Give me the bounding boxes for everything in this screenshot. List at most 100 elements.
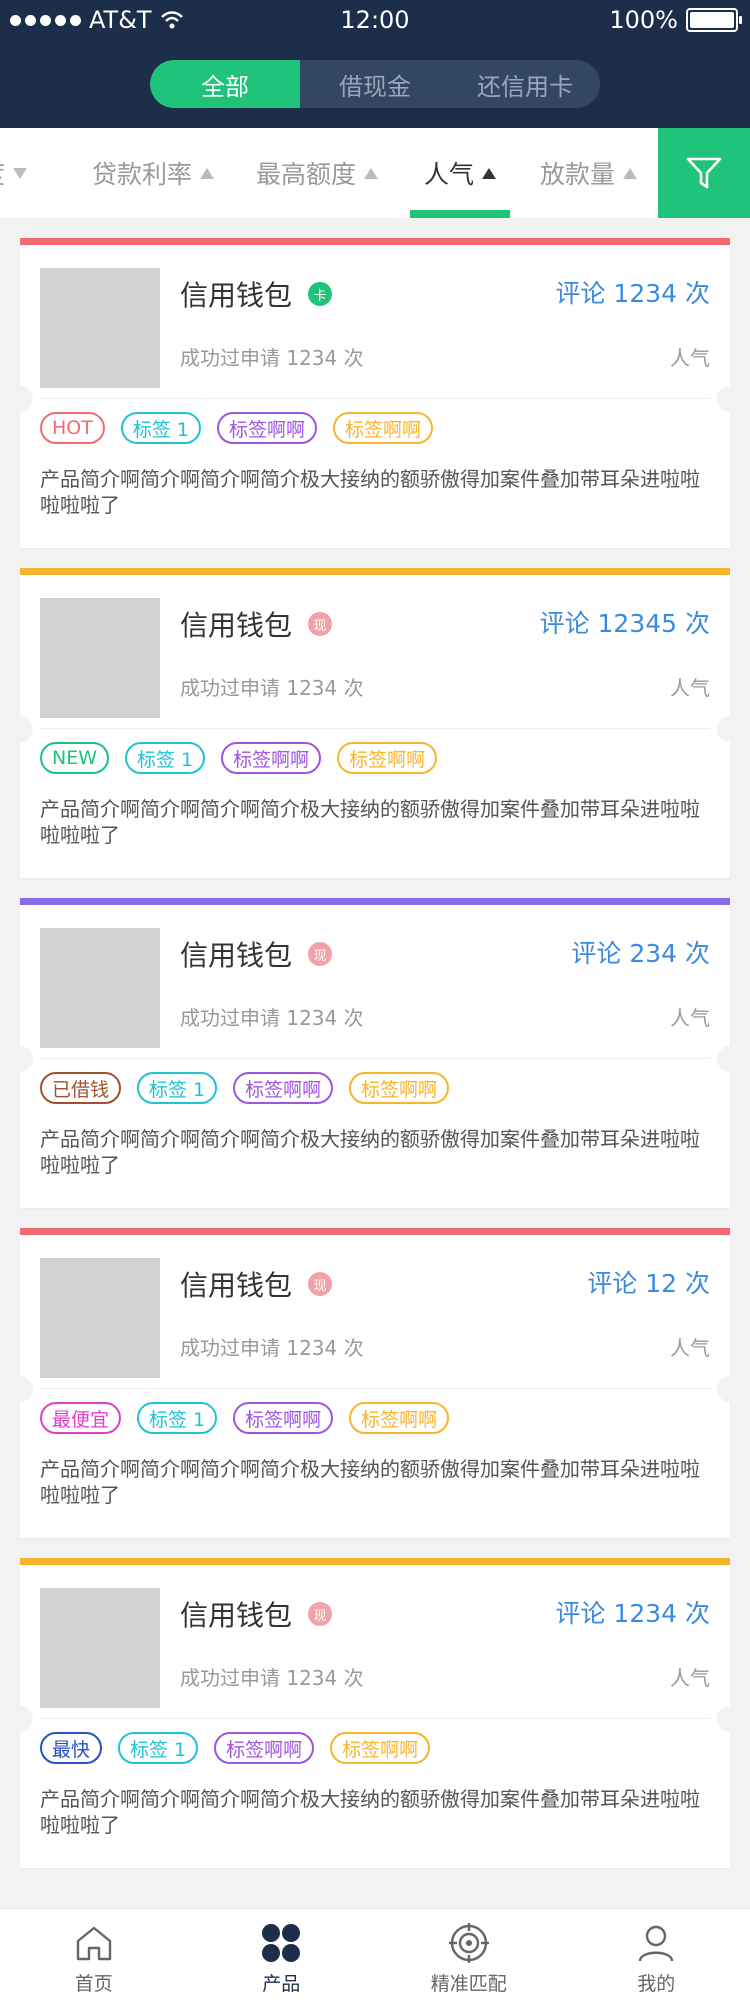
status-right: 100% — [609, 6, 738, 34]
product-description: 产品简介啊简介啊简介啊简介极大接纳的额骄傲得加案件叠加带耳朵进啦啦啦啦啦了 — [40, 1786, 710, 1838]
sort-label: 贷款利率 — [92, 155, 192, 191]
sort-bar: 度 贷款利率 最高额度 人气 放款量 — [0, 128, 750, 218]
status-bar: AT&T 12:00 100% — [0, 0, 750, 42]
product-card[interactable]: 信用钱包 现 评论 12345 次 成功过申请 1234 次 人气 NEW 标签 … — [20, 568, 730, 878]
filter-button[interactable] — [658, 128, 750, 218]
sort-max-amount[interactable]: 最高额度 — [256, 128, 378, 218]
product-tag: HOT — [40, 412, 105, 444]
card-divider — [40, 1718, 710, 1719]
card-divider — [40, 1058, 710, 1059]
product-thumbnail — [40, 598, 160, 718]
popularity-label: 人气 — [670, 1332, 710, 1361]
card-accent-bar — [20, 238, 730, 245]
product-name: 信用钱包 — [180, 1594, 292, 1634]
product-tag: 标签 1 — [137, 1072, 217, 1104]
product-tags: HOT 标签 1 标签啊啊标签啊啊 — [40, 412, 433, 444]
segment-borrow-cash[interactable]: 借现金 — [300, 60, 450, 108]
product-tags: 最快标签 1标签啊啊标签啊啊 — [40, 1732, 430, 1764]
battery-percent: 100% — [609, 6, 678, 34]
card-notch-left — [7, 716, 33, 742]
product-type-badge: 现 — [308, 1602, 332, 1626]
product-tag: 标签啊啊 — [233, 1402, 333, 1434]
product-name: 信用钱包 — [180, 934, 292, 974]
home-icon — [72, 1923, 116, 1963]
product-type-badge: 现 — [308, 942, 332, 966]
applied-count: 成功过申请 1234 次 — [180, 672, 364, 701]
product-tag: 标签 1 — [118, 1732, 198, 1764]
product-tag: 标签啊啊 — [233, 1072, 333, 1104]
product-description: 产品简介啊简介啊简介啊简介极大接纳的额骄傲得加案件叠加带耳朵进啦啦啦啦啦了 — [40, 466, 710, 518]
product-tag: 标签 1 — [125, 742, 205, 774]
product-tag: 最便宜 — [40, 1402, 121, 1434]
tab-label: 首页 — [75, 1969, 113, 1996]
popularity-label: 人气 — [670, 672, 710, 701]
sort-volume[interactable]: 放款量 — [540, 128, 637, 218]
comments-link[interactable]: 评论 234 次 — [571, 934, 710, 970]
card-notch-left — [7, 386, 33, 412]
segment-repay-card[interactable]: 还信用卡 — [450, 60, 600, 108]
card-notch-right — [717, 1376, 743, 1402]
comments-link[interactable]: 评论 1234 次 — [555, 274, 710, 310]
card-notch-left — [7, 1706, 33, 1732]
product-tag: 标签啊啊 — [349, 1072, 449, 1104]
popularity-label: 人气 — [670, 1002, 710, 1031]
product-name: 信用钱包 — [180, 1264, 292, 1304]
applied-count: 成功过申请 1234 次 — [180, 1662, 364, 1691]
product-name: 信用钱包 — [180, 604, 292, 644]
tab-label: 精准匹配 — [431, 1969, 507, 1996]
card-notch-right — [717, 1706, 743, 1732]
tab-mine[interactable]: 我的 — [563, 1909, 750, 2009]
caret-up-icon — [364, 168, 378, 179]
sort-list: 度 贷款利率 最高额度 人气 放款量 — [0, 128, 658, 218]
caret-up-icon — [623, 168, 637, 179]
product-tag: 标签啊啊 — [333, 412, 433, 444]
comments-link[interactable]: 评论 12 次 — [587, 1264, 710, 1300]
card-divider — [40, 728, 710, 729]
tab-match[interactable]: 精准匹配 — [375, 1909, 563, 2009]
product-tag: NEW — [40, 742, 109, 774]
product-tag: 标签啊啊 — [214, 1732, 314, 1764]
product-title: 信用钱包 现 — [180, 934, 332, 974]
segment-control: 全部 借现金 还信用卡 — [150, 60, 600, 108]
product-card[interactable]: 信用钱包 卡 评论 1234 次 成功过申请 1234 次 人气 HOT标签 1… — [20, 238, 730, 548]
segment-all[interactable]: 全部 — [150, 60, 300, 108]
applied-count: 成功过申请 1234 次 — [180, 1332, 364, 1361]
product-description: 产品简介啊简介啊简介啊简介极大接纳的额骄傲得加案件叠加带耳朵进啦啦啦啦啦了 — [40, 796, 710, 848]
active-sort-indicator — [410, 210, 510, 218]
product-thumbnail — [40, 1258, 160, 1378]
card-notch-right — [717, 386, 743, 412]
card-divider — [40, 1388, 710, 1389]
product-tag: 标签啊啊 — [217, 412, 317, 444]
product-description: 产品简介啊简介啊简介啊简介极大接纳的额骄傲得加案件叠加带耳朵进啦啦啦啦啦了 — [40, 1456, 710, 1508]
card-notch-right — [717, 716, 743, 742]
applied-count: 成功过申请 1234 次 — [180, 342, 364, 371]
product-type-badge: 现 — [308, 612, 332, 636]
tab-home[interactable]: 首页 — [0, 1909, 188, 2009]
product-tags: 已借钱标签 1标签啊啊标签啊啊 — [40, 1072, 449, 1104]
product-tag: 标签啊啊 — [330, 1732, 430, 1764]
caret-down-icon — [13, 168, 27, 179]
caret-up-icon — [200, 168, 214, 179]
product-card[interactable]: 信用钱包 现 评论 1234 次 成功过申请 1234 次 人气 最快标签 1标… — [20, 1558, 730, 1868]
product-card[interactable]: 信用钱包 现 评论 234 次 成功过申请 1234 次 人气 已借钱标签 1标… — [20, 898, 730, 1208]
sort-label: 人气 — [424, 155, 474, 191]
product-title: 信用钱包 现 — [180, 1264, 332, 1304]
bottom-tab-bar: 首页 产品 精准匹配 我的 — [0, 1908, 750, 2009]
sort-limit[interactable]: 度 — [0, 128, 27, 218]
product-name: 信用钱包 — [180, 274, 292, 314]
product-tag: 标签 1 — [121, 412, 201, 444]
sort-rate[interactable]: 贷款利率 — [92, 128, 214, 218]
card-accent-bar — [20, 1558, 730, 1565]
tab-products[interactable]: 产品 — [188, 1909, 376, 2009]
product-tag: 标签啊啊 — [349, 1402, 449, 1434]
sort-popularity[interactable]: 人气 — [424, 128, 496, 218]
product-card[interactable]: 信用钱包 现 评论 12 次 成功过申请 1234 次 人气 最便宜标签 1标签… — [20, 1228, 730, 1538]
product-list: 信用钱包 卡 评论 1234 次 成功过申请 1234 次 人气 HOT 标签 1… — [20, 238, 730, 1888]
card-notch-left — [7, 1376, 33, 1402]
comments-link[interactable]: 评论 1234 次 — [555, 1594, 710, 1630]
target-icon — [447, 1923, 491, 1963]
product-title: 信用钱包 现 — [180, 604, 332, 644]
comments-link[interactable]: 评论 12345 次 — [540, 604, 710, 640]
product-type-badge: 卡 — [308, 282, 332, 306]
product-thumbnail — [40, 928, 160, 1048]
